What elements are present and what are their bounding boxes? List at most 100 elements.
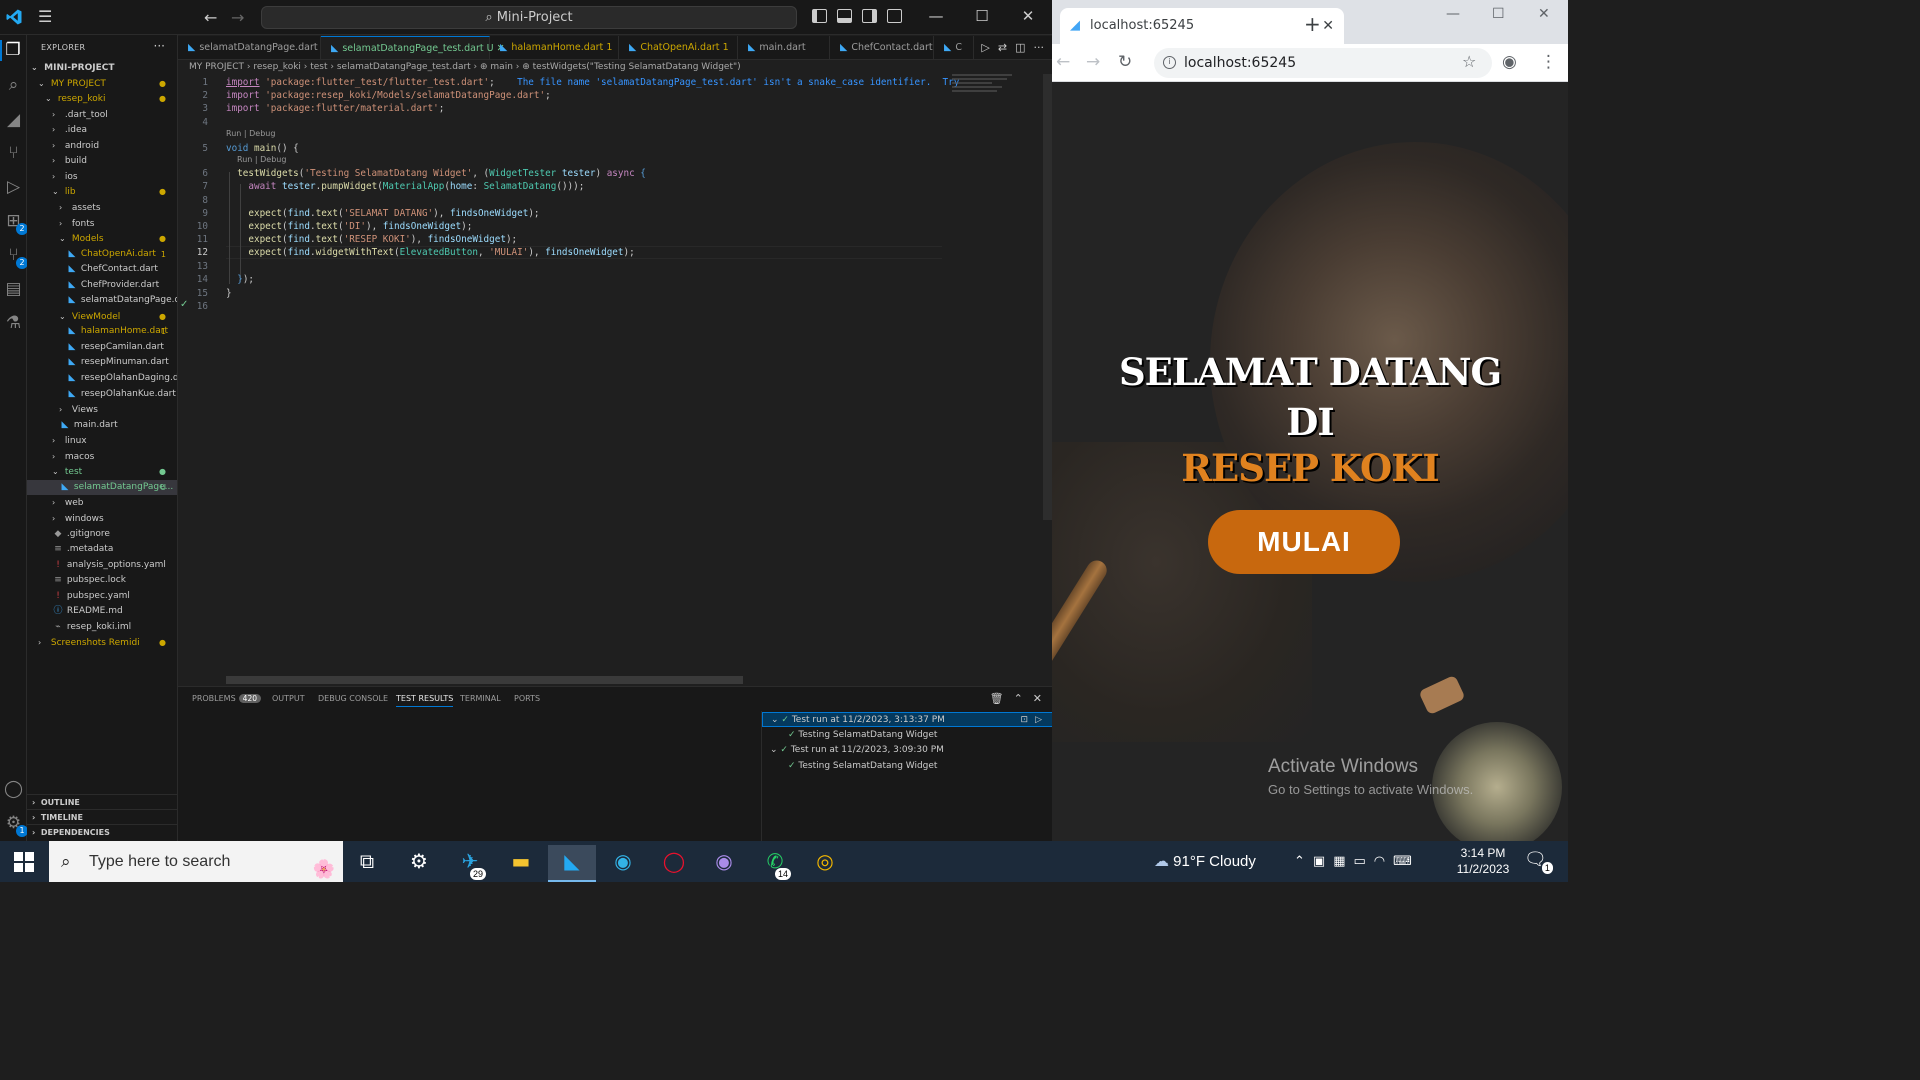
tree-folder[interactable]: › assets [27, 200, 177, 216]
command-center[interactable]: ⌕ Mini-Project [261, 6, 797, 29]
tree-file[interactable]: ◆ .gitignore [27, 527, 177, 543]
tree-file[interactable]: ◣ ChefProvider.dart [27, 278, 177, 294]
battery-icon[interactable]: ▭ [1354, 854, 1374, 869]
tree-folder[interactable]: › ios [27, 169, 177, 185]
tree-folder[interactable]: › .dart_tool [27, 107, 177, 123]
open-output-icon[interactable]: ⊡ [1020, 713, 1028, 728]
tree-file[interactable]: ◣ halamanHome.dart 1 [27, 324, 177, 340]
panel-tab[interactable]: TERMINAL [460, 694, 501, 703]
flutter-icon[interactable]: ◢ [3, 110, 24, 131]
tab-close-icon[interactable]: ✕ [1322, 8, 1334, 44]
editor-tab[interactable]: ◣ ChatOpenAi.dart 1 [619, 36, 738, 59]
tree-folder[interactable]: › build [27, 153, 177, 169]
codelens-main[interactable]: Run | Debug [226, 129, 275, 138]
site-info-icon[interactable]: i [1163, 56, 1176, 69]
compare-icon[interactable]: ⇄ [998, 41, 1007, 54]
editor-tab[interactable]: ◣ main.dart [738, 36, 830, 59]
more-actions-icon[interactable]: ··· [154, 39, 165, 53]
tree-file[interactable]: ≡ pubspec.lock [27, 573, 177, 589]
more-actions-icon[interactable]: ··· [1034, 41, 1045, 54]
run-debug-icon[interactable]: ▷ [3, 177, 24, 198]
remote-icon[interactable]: ⑂ 2 [3, 245, 28, 269]
minimize-button[interactable]: — [921, 7, 951, 25]
github-desktop-icon[interactable]: ◉ [700, 845, 748, 882]
task-view-icon[interactable]: ⧉ [343, 845, 391, 882]
tree-folder[interactable]: › .idea [27, 122, 177, 138]
file-explorer-icon[interactable]: ▬ [497, 845, 545, 882]
tree-folder[interactable]: › android [27, 138, 177, 154]
run-test-icon[interactable]: ▷ [1035, 713, 1042, 728]
chrome-taskbar-icon[interactable]: ◎ [801, 845, 849, 882]
tree-file[interactable]: ! analysis_options.yaml [27, 558, 177, 574]
tree-folder[interactable]: › macos [27, 449, 177, 465]
forward-arrow-icon[interactable]: → [231, 8, 244, 27]
browser-back-icon[interactable]: ← [1056, 52, 1070, 72]
tree-folder[interactable]: › linux [27, 433, 177, 449]
telegram-icon[interactable]: ✈ 29 [446, 845, 494, 882]
minimap[interactable] [952, 74, 1042, 114]
close-button[interactable]: ✕ [1013, 7, 1043, 25]
opera-icon[interactable]: ◯ [650, 845, 698, 882]
browser-tab[interactable]: ◢ localhost:65245 ✕ [1060, 8, 1344, 44]
horizontal-scrollbar[interactable] [226, 676, 743, 684]
tree-file[interactable]: ◣ resepCamilan.dart [27, 340, 177, 356]
meet-icon[interactable]: ▣ [1313, 854, 1333, 869]
new-tab-icon[interactable]: + [1304, 14, 1321, 34]
accounts-icon[interactable]: ◯ [3, 779, 24, 800]
tree-file[interactable]: ◣ resepOlahanDaging.dart [27, 371, 177, 387]
tree-folder[interactable]: ⌄ resep_koki ● [27, 91, 177, 107]
taskbar-clock[interactable]: 3:14 PM 11/2/2023 [1448, 845, 1518, 877]
vertical-scrollbar[interactable] [1043, 74, 1052, 520]
panel-tab[interactable]: TEST RESULTS [396, 694, 454, 707]
search-icon[interactable]: ⌕ [3, 75, 24, 96]
tree-file[interactable]: ≡ .metadata [27, 542, 177, 558]
browser-forward-icon[interactable]: → [1086, 52, 1100, 72]
run-icon[interactable]: ▷ [981, 41, 989, 54]
screen-icon[interactable]: ▦ [1333, 854, 1353, 869]
mulai-button[interactable]: MULAI [1208, 510, 1400, 574]
toggle-secondary-sidebar-icon[interactable] [862, 9, 877, 23]
tree-file[interactable]: ! pubspec.yaml [27, 589, 177, 605]
tree-folder[interactable]: › fonts [27, 216, 177, 232]
windows-start-icon[interactable] [14, 852, 34, 872]
tree-file[interactable]: ◣ ChatOpenAi.dart 1 [27, 247, 177, 263]
wifi-icon[interactable]: ◠ [1374, 854, 1393, 869]
close-panel-icon[interactable]: ✕ [1033, 692, 1042, 705]
source-control-icon[interactable]: ⑂ [3, 143, 24, 164]
panel-tab[interactable]: DEBUG CONSOLE [318, 694, 388, 703]
tree-file[interactable]: ◣ ChefContact.dart [27, 262, 177, 278]
settings-gear-icon[interactable]: ⚙ 1 [3, 813, 28, 837]
panel-tab[interactable]: PORTS [514, 694, 540, 703]
maximize-panel-icon[interactable]: ⌃ [1014, 692, 1023, 705]
tree-folder[interactable]: ⌄ Models ● [27, 231, 177, 247]
tree-folder[interactable]: ⌄ ViewModel ● [27, 309, 177, 325]
browser-minimize-button[interactable]: — [1446, 6, 1460, 22]
weather-widget[interactable]: ☁ 91°F Cloudy [1154, 841, 1256, 882]
testing-icon[interactable]: ⚗ [3, 313, 24, 334]
editor-tab[interactable]: ◣ selamatDatangPage.dart [178, 36, 321, 59]
clear-results-icon[interactable]: 🗑 [990, 692, 1004, 705]
notifications-icon[interactable]: 🗨 1 [1524, 849, 1553, 874]
tree-file[interactable]: ◣ selamatDatangPage... U [27, 479, 177, 496]
profile-avatar-icon[interactable]: ◉ [1502, 52, 1517, 72]
editor-tab[interactable]: ◣ ChefContact.dart [830, 36, 934, 59]
tree-folder[interactable]: › windows [27, 511, 177, 527]
tree-folder[interactable]: ⌄ MINI-PROJECT [27, 60, 177, 76]
toggle-panel-icon[interactable] [837, 9, 852, 23]
settings-gear-icon[interactable]: ⚙ [395, 845, 443, 882]
tree-folder[interactable]: › web [27, 495, 177, 511]
split-editor-icon[interactable]: ◫ [1015, 41, 1025, 54]
panel-tab[interactable]: PROBLEMS 420 [192, 694, 261, 703]
whatsapp-icon[interactable]: ✆ 14 [751, 845, 799, 882]
reload-icon[interactable]: ↻ [1118, 52, 1132, 72]
dependencies-section[interactable]: › DEPENDENCIES [27, 824, 177, 839]
chrome-menu-icon[interactable]: ⋮ [1540, 52, 1557, 72]
editor-tab[interactable]: ◣ C [934, 36, 974, 59]
test-case-item[interactable]: ✓ Testing SelamatDatang Widget [762, 728, 1053, 743]
menu-hamburger-icon[interactable]: ☰ [38, 9, 56, 25]
codelens-test[interactable]: Run | Debug [237, 155, 286, 164]
panel-tab[interactable]: OUTPUT [272, 694, 305, 703]
timeline-section[interactable]: › TIMELINE [27, 809, 177, 824]
tree-folder[interactable]: › Screenshots Remidi ● [27, 635, 177, 651]
keyboard-icon[interactable]: ⌨ [1393, 854, 1420, 869]
